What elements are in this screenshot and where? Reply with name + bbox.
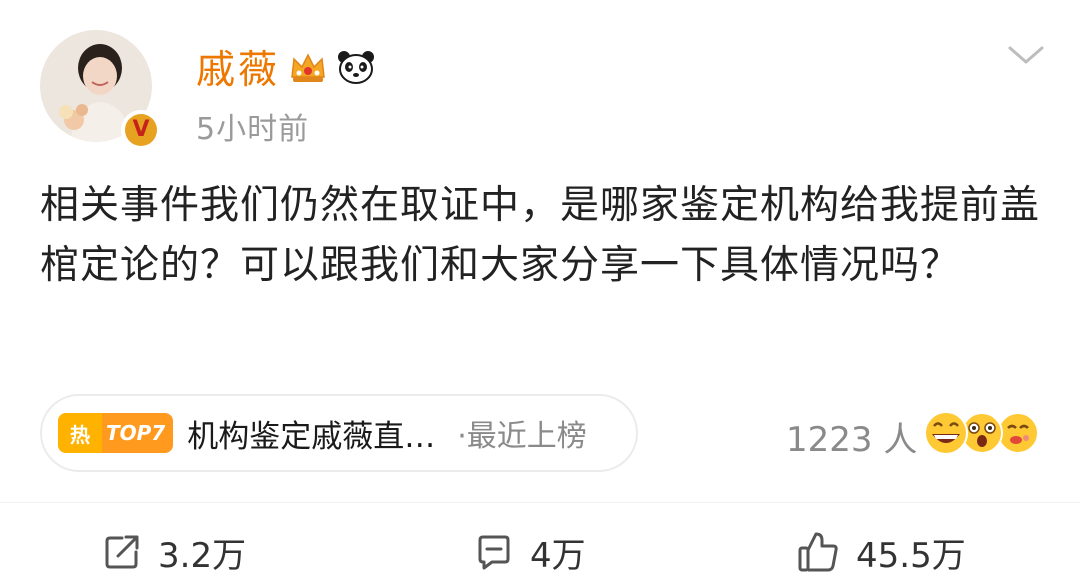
crown-badge-icon[interactable]	[288, 47, 328, 87]
divider	[0, 502, 1080, 503]
author-name[interactable]: 戚薇	[196, 39, 280, 95]
chevron-down-icon[interactable]	[1004, 40, 1048, 70]
topic-tag: ·最近上榜	[457, 419, 587, 454]
like-button[interactable]: 45.5万	[796, 528, 966, 576]
panda-badge-icon[interactable]	[336, 47, 376, 87]
author-row: 戚薇	[196, 40, 376, 94]
post-time: 5小时前	[196, 112, 310, 147]
like-count: 45.5万	[856, 535, 966, 576]
topic-title[interactable]: 机构鉴定戚薇直…	[187, 411, 435, 456]
comment-icon	[478, 535, 510, 570]
like-icon	[798, 532, 838, 572]
hot-topic-card[interactable]: 热 TOP7 机构鉴定戚薇直… ·最近上榜	[40, 394, 638, 472]
reaction-count[interactable]: 1223 人	[786, 412, 917, 461]
post-body: 相关事件我们仍然在取证中，是哪家鉴定机构给我提前盖棺定论的？可以跟我们和大家分享…	[40, 183, 1041, 288]
grinning-face-icon	[924, 411, 968, 455]
comment-button[interactable]: 4万	[474, 528, 586, 576]
avatar-container[interactable]: V	[40, 30, 161, 150]
reaction-emojis[interactable]	[922, 408, 1042, 458]
kissing-face-icon	[997, 412, 1039, 454]
verified-badge: V	[121, 110, 161, 150]
hot-search-badge: 热 TOP7	[58, 413, 174, 453]
repost-count: 3.2万	[158, 535, 247, 576]
repost-button[interactable]: 3.2万	[102, 528, 246, 576]
hot-rank-label: TOP7	[106, 421, 166, 445]
comment-count: 4万	[530, 535, 586, 576]
repost-icon	[105, 535, 139, 569]
hot-flame-icon: 热	[58, 413, 102, 453]
verified-icon: V	[125, 114, 157, 146]
